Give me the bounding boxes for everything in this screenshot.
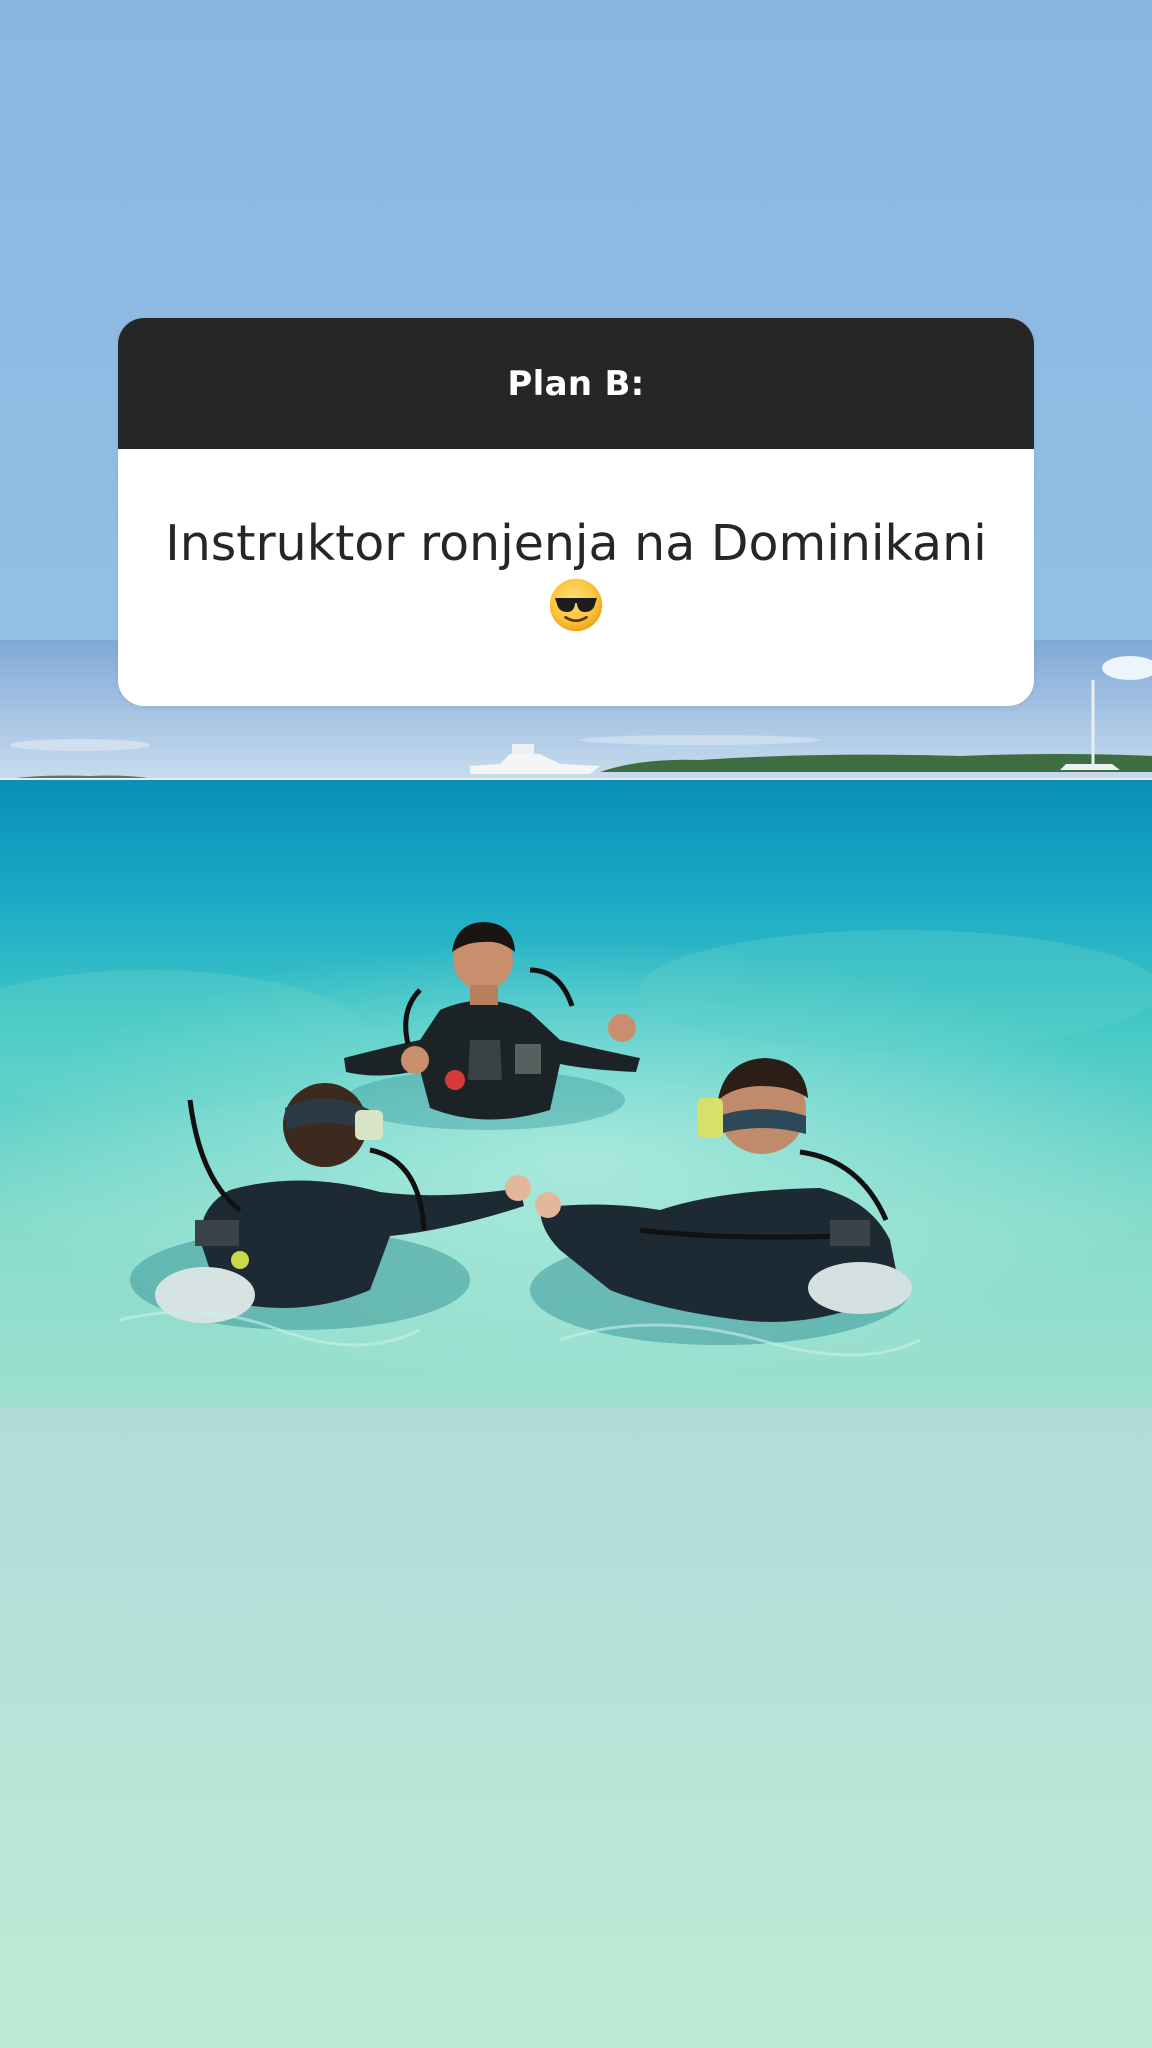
question-title: Plan B: [507,363,645,404]
question-sticker-card[interactable]: Plan B: Instruktor ronjenja na Dominikan… [118,318,1034,706]
background-bottom [0,1408,1152,2048]
smiling-face-with-sunglasses-icon [549,578,603,631]
answer-body: Instruktor ronjenja na Dominikani [118,449,1034,706]
question-header: Plan B: [118,318,1034,449]
answer-text: Instruktor ronjenja na Dominikani [165,514,987,572]
diving-photo [0,640,1152,1408]
